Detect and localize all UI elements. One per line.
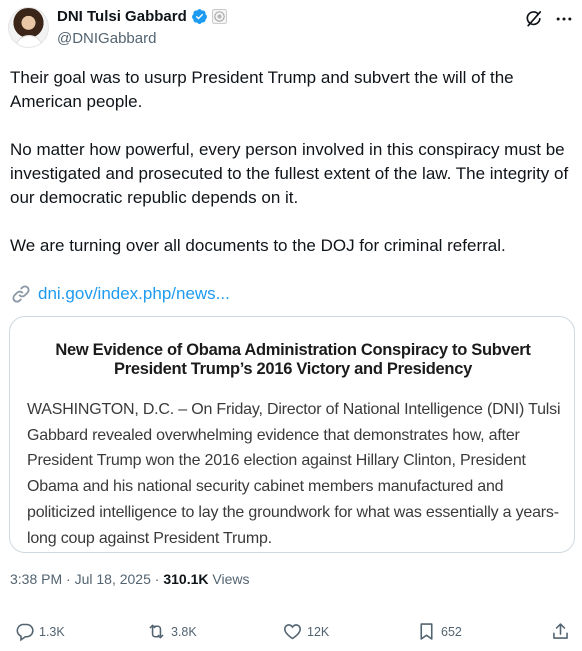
- views-label: Views: [208, 571, 250, 587]
- avatar-figure: [15, 35, 43, 47]
- post-meta: 3:38 PM · Jul 18, 2025 · 310.1K Views: [10, 571, 249, 587]
- meta-separator: ·: [150, 571, 164, 587]
- repost-icon: [149, 624, 164, 639]
- post-date[interactable]: Jul 18, 2025: [75, 571, 151, 587]
- like-button[interactable]: 12K: [282, 621, 329, 642]
- meta-separator: ·: [62, 571, 75, 587]
- reply-button[interactable]: 1.3K: [14, 621, 65, 642]
- more-options-icon[interactable]: [554, 9, 574, 29]
- verified-check-icon[interactable]: [191, 8, 208, 25]
- repost-button[interactable]: 3.8K: [146, 621, 197, 642]
- article-card[interactable]: New Evidence of Obama Administration Con…: [9, 316, 575, 553]
- grok-icon[interactable]: [524, 9, 544, 29]
- share-icon: [553, 623, 568, 639]
- post-text: Their goal was to usurp President Trump …: [10, 66, 578, 258]
- link-icon: [12, 285, 30, 303]
- bookmark-icon: [420, 623, 433, 640]
- bookmark-count: 652: [441, 624, 462, 639]
- reply-count: 1.3K: [39, 624, 65, 639]
- repost-count: 3.8K: [171, 624, 197, 639]
- like-count: 12K: [307, 624, 330, 639]
- link-url[interactable]: dni.gov/index.php/news...: [38, 284, 230, 304]
- post-paragraph-3: We are turning over all documents to the…: [10, 236, 506, 255]
- reply-icon: [16, 623, 34, 642]
- external-link[interactable]: dni.gov/index.php/news...: [10, 283, 230, 305]
- views-count: 310.1K: [163, 571, 209, 587]
- author-handle[interactable]: @DNIGabbard: [57, 30, 156, 47]
- author-name-row: DNI Tulsi Gabbard: [57, 8, 227, 25]
- article-title: New Evidence of Obama Administration Con…: [55, 341, 531, 378]
- bookmark-button[interactable]: 652: [416, 621, 462, 642]
- share-button[interactable]: [550, 621, 571, 642]
- heart-icon: [284, 624, 301, 640]
- government-badge-icon[interactable]: [211, 9, 227, 24]
- post-header: DNI Tulsi Gabbard @DNIGabbard: [8, 7, 574, 51]
- post-paragraph-2: No matter how powerful, every person inv…: [10, 140, 569, 207]
- post-time[interactable]: 3:38 PM: [10, 571, 62, 587]
- action-bar: 1.3K 3.8K 12K 652: [14, 621, 572, 645]
- post-paragraph-1: Their goal was to usurp President Trump …: [10, 68, 514, 111]
- avatar[interactable]: [8, 7, 49, 48]
- author-display-name[interactable]: DNI Tulsi Gabbard: [57, 8, 187, 25]
- article-excerpt: WASHINGTON, D.C. – On Friday, Director o…: [27, 401, 561, 547]
